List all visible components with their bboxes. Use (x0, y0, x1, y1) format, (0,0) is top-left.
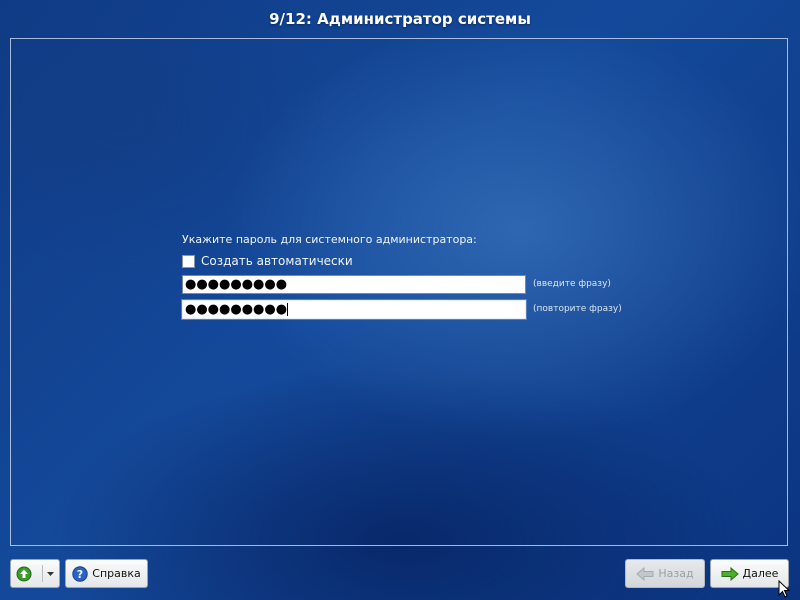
menu-separator (42, 565, 43, 582)
help-button[interactable]: ? Справка (65, 559, 148, 588)
back-arrow-icon (636, 566, 654, 581)
auto-create-checkbox[interactable] (182, 254, 195, 268)
confirm-row: ●●●●●●●●● (повторите фразу) (182, 299, 642, 319)
auto-create-row[interactable]: Создать автоматически (182, 252, 642, 270)
confirm-password-field[interactable]: ●●●●●●●●● (182, 299, 526, 319)
update-menu-button[interactable] (10, 559, 60, 588)
password-prompt: Укажите пароль для системного администра… (182, 233, 477, 246)
password-hint: (введите фразу) (533, 279, 611, 289)
svg-text:?: ? (77, 568, 83, 581)
help-question-icon: ? (72, 565, 88, 582)
auto-create-label[interactable]: Создать автоматически (201, 254, 353, 268)
confirm-password-value: ●●●●●●●●● (185, 301, 288, 317)
confirm-password-hint: (повторите фразу) (533, 304, 622, 314)
window-title: 9/12: Администратор системы (269, 10, 531, 28)
back-button-label: Назад (658, 567, 694, 580)
password-value: ●●●●●●●●● (185, 276, 288, 292)
mouse-pointer-icon (778, 579, 791, 600)
back-button[interactable]: Назад (625, 559, 705, 588)
green-up-arrow-icon (16, 566, 32, 582)
password-row: ●●●●●●●●● (введите фразу) (182, 274, 642, 294)
password-form: Укажите пароль для системного администра… (182, 232, 642, 319)
chevron-down-icon[interactable] (47, 567, 54, 580)
help-button-label: Справка (92, 567, 141, 580)
next-arrow-icon (721, 566, 739, 581)
next-button-label: Далее (742, 567, 779, 580)
password-field[interactable]: ●●●●●●●●● (182, 274, 526, 294)
text-caret (287, 302, 289, 316)
